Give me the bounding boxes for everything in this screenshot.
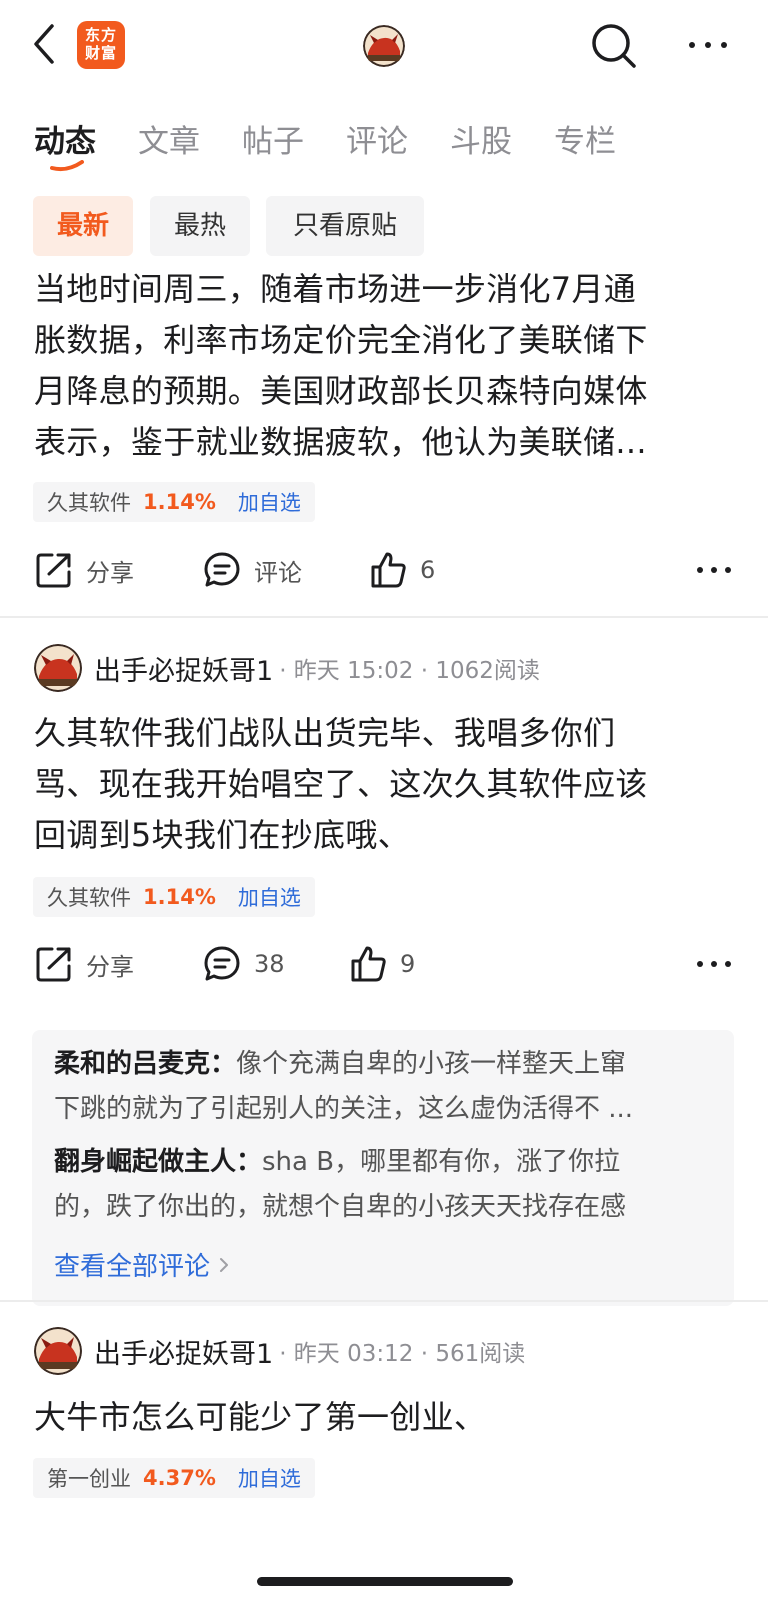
share-button[interactable]: 分享 — [34, 540, 134, 600]
add-watchlist-link[interactable]: 加自选 — [238, 487, 301, 517]
comment-text: 的，跌了你出的，就想个自卑的小孩天天找存在感 — [54, 1192, 627, 1222]
post-line: 大牛市怎么可能少了第一创业、 — [34, 1398, 487, 1436]
comment-text: 像个充满自卑的小孩一样整天上窜 — [236, 1049, 627, 1079]
stock-name: 久其软件 — [47, 886, 131, 910]
post-divider — [0, 1300, 768, 1302]
bull-avatar-icon — [34, 1327, 82, 1375]
post-more-icon[interactable] — [696, 562, 732, 578]
comment-text: sha B，哪里都有你，涨了你拉 — [262, 1147, 621, 1177]
comment-button[interactable]: 38 — [202, 934, 285, 994]
like-count: 9 — [400, 950, 416, 978]
comment-button[interactable]: 评论 — [202, 540, 302, 600]
tab-dongtai[interactable]: 动态 — [34, 116, 96, 161]
back-button[interactable] — [26, 22, 66, 66]
comment-label: 评论 — [254, 558, 302, 587]
tab-dougu[interactable]: 斗股 — [450, 116, 512, 161]
post-meta: 出手必捉妖哥1 · 昨天 15:02 · 1062阅读 — [34, 643, 540, 693]
author-name[interactable]: 出手必捉妖哥1 — [94, 1332, 273, 1371]
share-label: 分享 — [86, 952, 134, 981]
post-line: 久其软件我们战队出货完毕、我唱多你们 — [34, 714, 616, 752]
comment-user[interactable]: 翻身崛起做主人： — [54, 1147, 262, 1177]
post-divider — [0, 616, 768, 618]
comment-count: 38 — [254, 950, 285, 978]
active-tab-indicator — [50, 160, 84, 172]
view-all-comments-link[interactable]: 查看全部评论 — [54, 1246, 232, 1283]
tab-tiezi[interactable]: 帖子 — [242, 116, 304, 161]
tab-wenzhang[interactable]: 文章 — [138, 116, 200, 161]
bull-avatar-icon — [34, 644, 82, 692]
post-meta: 出手必捉妖哥1 · 昨天 03:12 · 561阅读 — [34, 1326, 525, 1376]
stock-change: 1.14% — [143, 885, 216, 909]
post-body[interactable]: 大牛市怎么可能少了第一创业、 — [34, 1392, 734, 1443]
share-label: 分享 — [86, 558, 134, 587]
more-options-button[interactable] — [686, 28, 730, 62]
post-body[interactable]: 当地时间周三，随着市场进一步消化7月通 胀数据，利率市场定价完全消化了美联储下 … — [34, 264, 734, 468]
post-line: 回调到5块我们在抄底哦、 — [34, 816, 410, 854]
post-time-views: · 昨天 15:02 · 1062阅读 — [279, 658, 540, 684]
tab-bar: 动态 文章 帖子 评论 斗股 专栏 — [0, 100, 768, 180]
more-dots-icon — [689, 42, 727, 48]
home-indicator[interactable] — [257, 1577, 513, 1586]
share-icon — [36, 553, 71, 588]
stock-name: 第一创业 — [47, 1467, 131, 1491]
filter-hottest[interactable]: 最热 — [150, 196, 250, 256]
post-line: 当地时间周三，随着市场进一步消化7月通 — [34, 270, 637, 308]
post-action-bar: 分享 评论 6 — [0, 540, 768, 600]
share-button[interactable]: 分享 — [34, 934, 134, 994]
search-icon — [592, 24, 636, 68]
view-all-label: 查看全部评论 — [54, 1252, 211, 1282]
logo-text-bottom: 财富 — [84, 44, 117, 62]
comment-preview-box: 柔和的吕麦克：像个充满自卑的小孩一样整天上窜 下跳的就为了引起别人的关注，这么虚… — [32, 1030, 734, 1306]
stock-tag[interactable]: 久其软件 1.14% 加自选 — [33, 482, 315, 522]
post-more-icon[interactable] — [696, 956, 732, 972]
comment-item[interactable]: 翻身崛起做主人：sha B，哪里都有你，涨了你拉 的，跌了你出的，就想个自卑的小… — [54, 1140, 714, 1230]
thumbs-up-icon — [351, 946, 386, 982]
stock-tag[interactable]: 久其软件 1.14% 加自选 — [33, 877, 315, 917]
author-name[interactable]: 出手必捉妖哥1 — [94, 649, 273, 688]
bull-avatar-icon — [363, 25, 405, 67]
add-watchlist-link[interactable]: 加自选 — [238, 882, 301, 912]
post-line: 表示，鉴于就业数据疲软，他认为美联储... — [34, 423, 647, 461]
post-time-views: · 昨天 03:12 · 561阅读 — [279, 1341, 526, 1367]
author-avatar[interactable] — [34, 1327, 82, 1375]
post-line: 月降息的预期。美国财政部长贝森特向媒体 — [34, 372, 648, 410]
chevron-left-icon — [34, 24, 54, 64]
share-icon — [36, 947, 71, 982]
search-button[interactable] — [588, 20, 640, 72]
profile-avatar[interactable] — [363, 25, 405, 67]
comment-text: 下跳的就为了引起别人的关注，这么虚伪活得不 ... — [54, 1094, 634, 1124]
author-avatar[interactable] — [34, 644, 82, 692]
comment-bubble-icon — [204, 946, 240, 981]
add-watchlist-link[interactable]: 加自选 — [238, 1463, 301, 1493]
filter-original-only[interactable]: 只看原贴 — [266, 196, 424, 256]
thumbs-up-icon — [371, 552, 406, 588]
chevron-right-icon — [220, 1257, 229, 1272]
top-bar: 东方 财富 — [0, 0, 768, 94]
post-line: 胀数据，利率市场定价完全消化了美联储下 — [34, 321, 648, 359]
like-button[interactable]: 9 — [348, 934, 415, 994]
post-line: 骂、现在我开始唱空了、这次久其软件应该 — [34, 765, 648, 803]
tab-pinglun[interactable]: 评论 — [346, 116, 408, 161]
stock-change: 4.37% — [143, 1466, 216, 1490]
comment-bubble-icon — [204, 552, 240, 587]
stock-change: 1.14% — [143, 490, 216, 514]
comment-user[interactable]: 柔和的吕麦克： — [54, 1049, 236, 1079]
post-action-bar: 分享 38 9 — [0, 934, 768, 994]
stock-name: 久其软件 — [47, 491, 131, 515]
stock-tag[interactable]: 第一创业 4.37% 加自选 — [33, 1458, 315, 1498]
comment-item[interactable]: 柔和的吕麦克：像个充满自卑的小孩一样整天上窜 下跳的就为了引起别人的关注，这么虚… — [54, 1042, 714, 1132]
like-button[interactable]: 6 — [368, 540, 435, 600]
tab-zhuanlan[interactable]: 专栏 — [554, 116, 616, 161]
like-count: 6 — [420, 556, 436, 584]
post-body[interactable]: 久其软件我们战队出货完毕、我唱多你们 骂、现在我开始唱空了、这次久其软件应该 回… — [34, 708, 734, 861]
app-logo: 东方 财富 — [77, 21, 125, 69]
logo-text-top: 东方 — [84, 26, 117, 44]
filter-latest[interactable]: 最新 — [33, 196, 133, 256]
